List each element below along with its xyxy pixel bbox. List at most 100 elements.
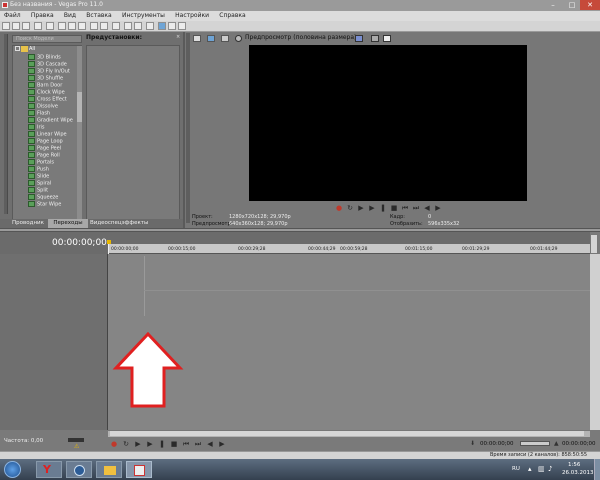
copy-icon[interactable]	[68, 22, 76, 30]
list-item[interactable]: Gradient Wipe	[28, 117, 73, 124]
list-item[interactable]: 3D Cascade	[28, 61, 67, 68]
tree-collapse-icon[interactable]	[15, 46, 20, 51]
loop-icon[interactable]: ↻	[122, 440, 130, 448]
list-item[interactable]: 3D Fly In/Out	[28, 68, 70, 75]
panel-gripper[interactable]	[4, 34, 8, 214]
tray-expand-icon[interactable]: ▴	[528, 465, 532, 473]
properties-icon[interactable]	[34, 22, 42, 30]
list-scrollbar[interactable]	[77, 46, 82, 219]
menu-insert[interactable]: Вставка	[82, 11, 115, 21]
network-icon[interactable]: ▥	[538, 465, 545, 473]
open-icon[interactable]	[12, 22, 20, 30]
list-item[interactable]: Page Loop	[28, 138, 63, 145]
list-item[interactable]: Page Peel	[28, 145, 61, 152]
menu-tools[interactable]: Инструменты	[118, 11, 169, 21]
go-to-end-icon[interactable]: ⏭	[412, 204, 420, 212]
tab-transitions[interactable]: Переходы	[48, 219, 88, 228]
maximize-button[interactable]: □	[562, 0, 582, 10]
play-from-start-icon[interactable]: ▶	[134, 440, 142, 448]
volume-icon[interactable]: ♪	[548, 465, 552, 473]
play-from-start-icon[interactable]: ▶	[357, 204, 365, 212]
marker-bar[interactable]	[108, 232, 590, 244]
zoom-icon[interactable]: ▲	[554, 440, 559, 447]
taskbar-media-button[interactable]	[66, 461, 92, 478]
panel-close-icon[interactable]: ×	[176, 34, 181, 40]
list-item[interactable]: Barn Door	[28, 82, 62, 89]
go-to-start-icon[interactable]: ⏮	[401, 204, 409, 212]
copy-snapshot-icon[interactable]	[371, 35, 379, 42]
snap-icon[interactable]	[112, 22, 120, 30]
save-icon[interactable]	[22, 22, 30, 30]
menu-options[interactable]: Настройки	[171, 11, 213, 21]
taskbar-vegas-button[interactable]	[126, 461, 152, 478]
pause-icon[interactable]: ❚	[158, 440, 166, 448]
undo-icon[interactable]	[90, 22, 98, 30]
cut-icon[interactable]	[58, 22, 66, 30]
selection-tool-icon[interactable]	[178, 22, 186, 30]
overlays-icon[interactable]	[355, 35, 363, 42]
pause-icon[interactable]: ❚	[379, 204, 387, 212]
list-item[interactable]: 3D Blinds	[28, 54, 61, 61]
go-to-end-icon[interactable]: ⏭	[194, 440, 202, 448]
record-icon[interactable]: ●	[335, 204, 343, 212]
presets-area[interactable]	[86, 45, 180, 220]
list-item[interactable]: 3D Shuffle	[28, 75, 63, 82]
tab-video-fx[interactable]: Видеоспецэффекты	[90, 219, 148, 228]
envelope-tool-icon[interactable]	[168, 22, 176, 30]
track-list[interactable]	[0, 254, 108, 430]
stop-icon[interactable]: ■	[170, 440, 178, 448]
search-input[interactable]: Поиск Модели	[12, 35, 82, 43]
clock-date[interactable]: 26.03.2013	[562, 470, 594, 476]
menu-view[interactable]: Вид	[60, 11, 80, 21]
list-item[interactable]: Clock Wipe	[28, 89, 65, 96]
rate-slider[interactable]	[68, 438, 84, 442]
save-snapshot-icon[interactable]	[383, 35, 391, 42]
next-frame-icon[interactable]: ▶	[434, 204, 442, 212]
menu-help[interactable]: Справка	[215, 11, 249, 21]
list-item[interactable]: Cross Effect	[28, 96, 67, 103]
list-item[interactable]: Flash	[28, 110, 50, 117]
split-screen-icon[interactable]	[235, 35, 242, 42]
play-icon[interactable]: ▶	[146, 440, 154, 448]
taskbar-yandex-button[interactable]: Y	[36, 461, 62, 478]
redo-icon[interactable]	[100, 22, 108, 30]
start-button[interactable]	[4, 461, 21, 478]
prev-frame-icon[interactable]: ◀	[206, 440, 214, 448]
list-item[interactable]: Portals	[28, 159, 54, 166]
vertical-scrollbar[interactable]	[590, 254, 600, 430]
next-frame-icon[interactable]: ▶	[218, 440, 226, 448]
minimize-button[interactable]: –	[543, 0, 563, 10]
preview-gripper[interactable]	[186, 33, 190, 223]
menu-edit[interactable]: Правка	[27, 11, 58, 21]
list-item[interactable]: Linear Wipe	[28, 131, 67, 138]
render-icon[interactable]	[46, 22, 54, 30]
go-to-start-icon[interactable]: ⏮	[182, 440, 190, 448]
autoripple-icon[interactable]	[124, 22, 132, 30]
video-fx-icon[interactable]	[221, 35, 229, 42]
project-video-properties-icon[interactable]	[193, 35, 201, 42]
prev-frame-icon[interactable]: ◀	[423, 204, 431, 212]
loop-icon[interactable]: ↻	[346, 204, 354, 212]
taskbar-explorer-button[interactable]	[96, 461, 122, 478]
stop-icon[interactable]: ■	[390, 204, 398, 212]
clock-time[interactable]: 1:56	[568, 462, 580, 468]
tab-explorer[interactable]: Проводник	[10, 219, 46, 228]
close-button[interactable]: ✕	[580, 0, 600, 10]
menu-file[interactable]: Файл	[0, 11, 25, 21]
list-item[interactable]: Iris	[28, 124, 45, 131]
paste-icon[interactable]	[78, 22, 86, 30]
record-icon[interactable]: ●	[110, 440, 118, 448]
list-item[interactable]: Spiral	[28, 180, 51, 187]
list-item[interactable]: Slide	[28, 173, 49, 180]
list-item[interactable]: Page Roll	[28, 152, 60, 159]
list-scrollbar-thumb[interactable]	[77, 92, 82, 122]
selection-length-box[interactable]	[520, 441, 550, 446]
lock-envelopes-icon[interactable]	[134, 22, 142, 30]
language-indicator[interactable]: RU	[512, 466, 520, 472]
ignore-grouping-icon[interactable]	[146, 22, 154, 30]
track-scroll-button[interactable]	[590, 234, 598, 254]
show-desktop-button[interactable]	[594, 459, 600, 480]
preview-mode-dropdown[interactable]: Предпросмотр (половина размера) ▾	[245, 34, 361, 41]
new-icon[interactable]	[2, 22, 10, 30]
list-item[interactable]: Split	[28, 187, 48, 194]
